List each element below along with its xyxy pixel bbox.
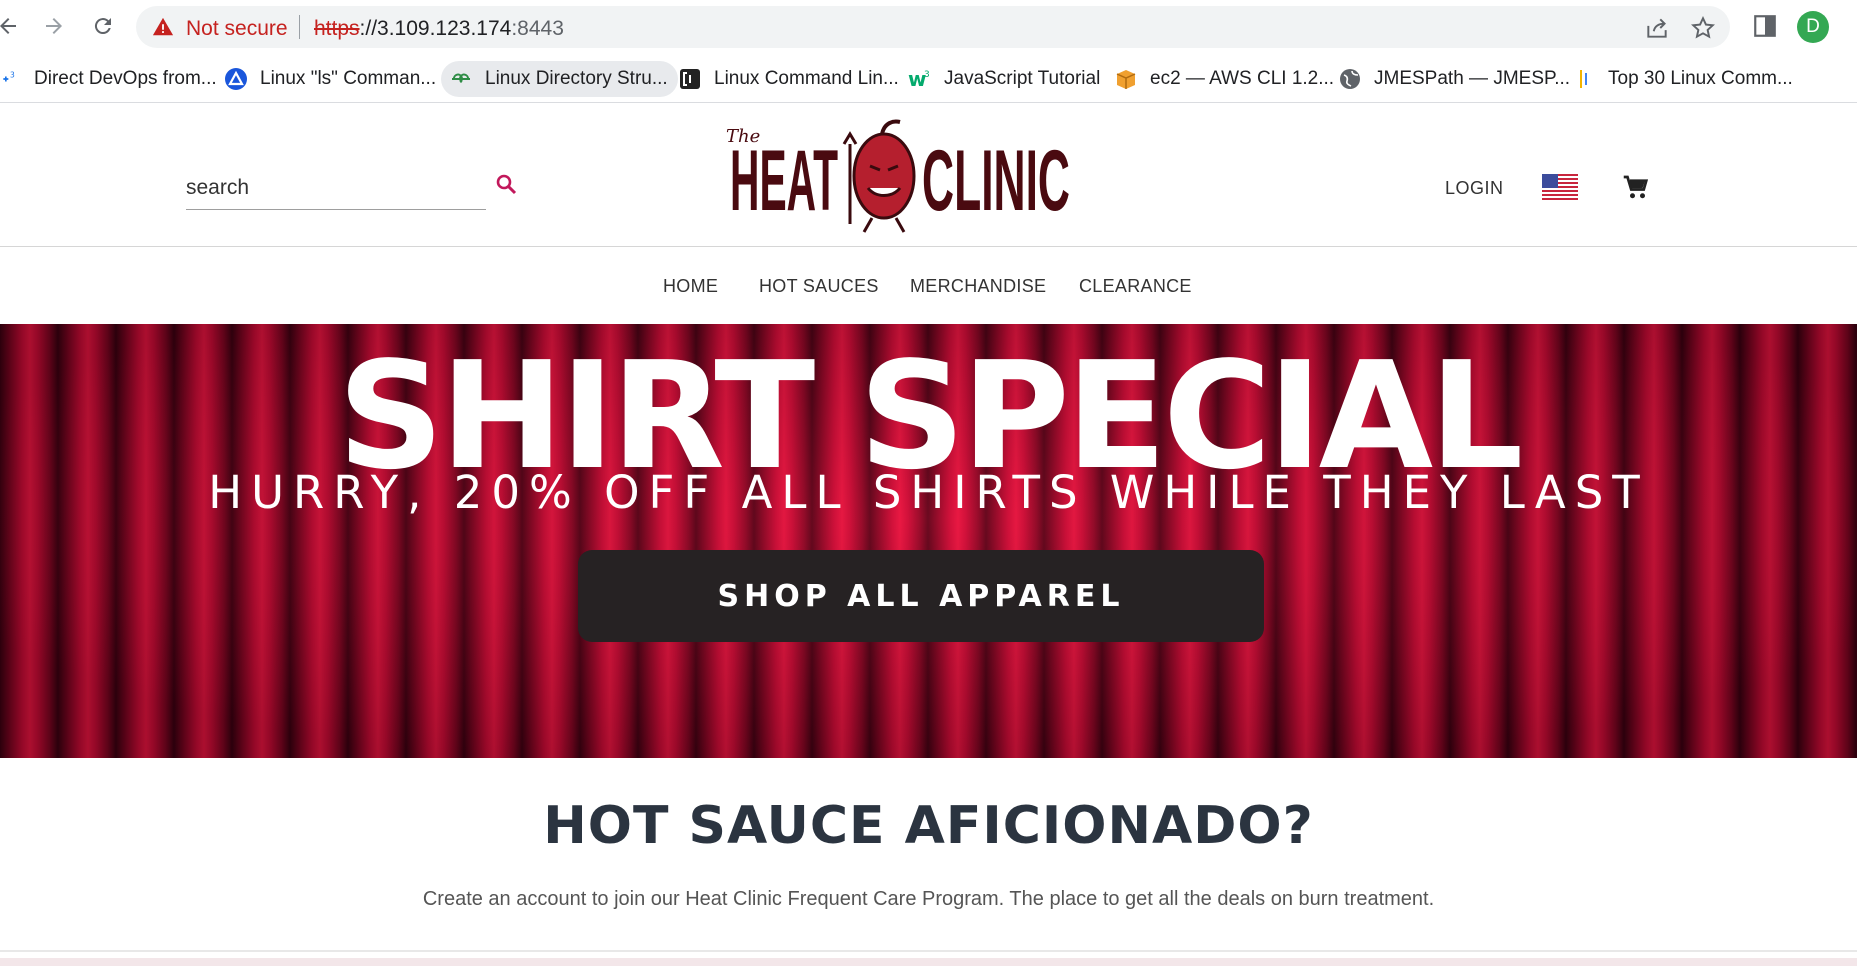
search-icon[interactable] [494,172,518,196]
browser-toolbar: Not secure https://3.109.123.174:8443 D [0,0,1857,55]
url-scheme: https [314,17,360,40]
nav-hot-sauces[interactable]: HOT SAUCES [759,276,879,297]
bookmark-label: Top 30 Linux Comm... [1608,68,1793,89]
logo-heat-text: HEAT [730,133,838,229]
back-icon[interactable] [0,12,22,40]
security-status[interactable]: Not secure [186,17,288,41]
url-port: :8443 [511,17,564,40]
bookmark-label: JMESPath — JMESP... [1374,68,1571,89]
section-title: HOT SAUCE AFICIONADO? [543,796,1314,856]
address-divider [299,15,300,39]
heat-clinic-logo[interactable]: The HEAT CLINIC [722,114,1074,238]
search-field[interactable] [186,168,486,210]
bookmark-item[interactable]: Top 30 Linux Comm... [1564,61,1803,97]
globe-icon [1338,67,1362,91]
bookmark-item[interactable]: w3 JavaScript Tutorial [900,61,1110,97]
bookmark-item[interactable]: Linux Command Lin... [670,61,909,97]
section-divider [0,950,1857,952]
bookmark-label: Linux Command Lin... [714,68,899,89]
svg-text:3: 3 [10,70,15,79]
profile-avatar[interactable]: D [1797,11,1829,43]
section-description: Create an account to join our Heat Clini… [422,888,1435,910]
banner-subtitle: HURRY, 20% OFF ALL SHIRTS WHILE THEY LAS… [208,466,1649,519]
bracket-logo-icon [678,67,702,91]
next-section-edge [0,958,1857,966]
us-flag-icon[interactable] [1542,174,1578,200]
bookmark-label: Linux "ls" Comman... [260,68,437,89]
bars-icon [1572,67,1596,91]
nav-home[interactable]: HOME [663,276,718,297]
logo-clinic-text: CLINIC [922,133,1070,229]
bookmark-item[interactable]: ec2 — AWS CLI 1.2... [1106,61,1344,97]
forward-icon[interactable] [40,12,68,40]
aws-box-icon [1114,67,1138,91]
bookmark-item[interactable]: 3 Direct DevOps from... [0,61,227,97]
cart-icon[interactable] [1620,172,1650,202]
bookmark-label: Direct DevOps from... [34,68,217,89]
side-panel-icon[interactable] [1752,13,1778,39]
devops-icon: 3 [0,67,22,91]
bookmarks-bar: 3 Direct DevOps from... Linux "ls" Comma… [0,55,1857,103]
svg-text:3: 3 [924,70,930,80]
nav-clearance[interactable]: CLEARANCE [1079,276,1192,297]
geeksforgeeks-icon [449,67,473,91]
search-input[interactable] [186,176,476,200]
hero-banner[interactable]: SHIRT SPECIAL HURRY, 20% OFF ALL SHIRTS … [0,324,1857,758]
triangle-logo-icon [224,67,248,91]
bookmark-item[interactable]: Linux "ls" Comman... [216,61,446,97]
url-host: ://3.109.123.174 [359,17,512,40]
site-header: The HEAT CLINIC LOGIN [0,104,1857,247]
bookmark-item[interactable]: JMESPath — JMESP... [1330,61,1580,97]
bookmark-label: JavaScript Tutorial [944,68,1101,89]
login-link[interactable]: LOGIN [1445,178,1504,199]
warning-icon[interactable] [152,16,174,38]
bookmark-item[interactable]: Linux Directory Stru... [441,61,678,97]
share-icon[interactable] [1644,15,1670,41]
bookmark-label: ec2 — AWS CLI 1.2... [1150,68,1335,89]
main-nav: HOME HOT SAUCES MERCHANDISE CLEARANCE [0,248,1857,323]
w3schools-icon: w3 [908,67,932,91]
address-bar[interactable]: Not secure https://3.109.123.174:8443 [136,6,1730,48]
url-text[interactable]: https://3.109.123.174:8443 [314,17,564,41]
star-icon[interactable] [1690,15,1716,41]
shop-all-apparel-button[interactable]: SHOP ALL APPAREL [578,550,1264,642]
reload-icon[interactable] [89,12,117,40]
bookmark-label: Linux Directory Stru... [485,68,668,89]
nav-merchandise[interactable]: MERCHANDISE [910,276,1046,297]
chili-mascot-icon [842,119,916,233]
